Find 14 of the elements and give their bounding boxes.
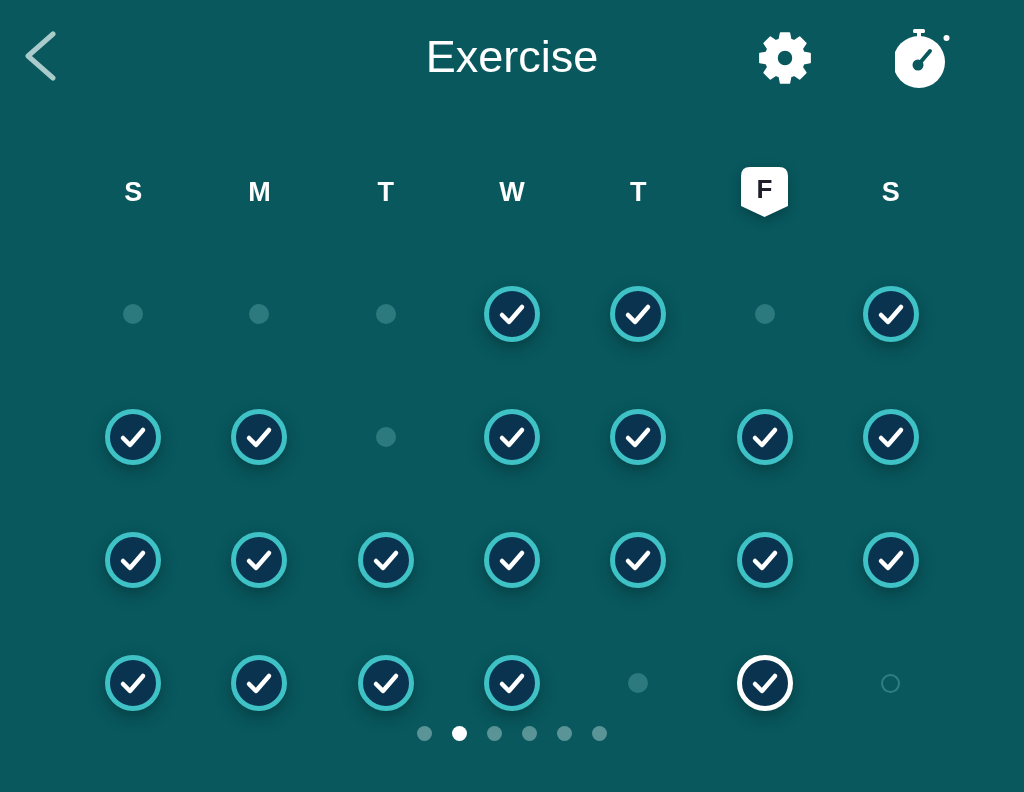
settings-icon bbox=[757, 30, 813, 86]
back-button[interactable] bbox=[23, 31, 57, 81]
day-label: S bbox=[881, 178, 900, 206]
today-day-badge: F bbox=[741, 167, 789, 217]
day-label: M bbox=[248, 178, 271, 206]
screen-title: Exercise bbox=[425, 34, 599, 82]
day-label: S bbox=[124, 178, 143, 206]
day-label: T bbox=[630, 178, 647, 206]
back-chevron-icon bbox=[23, 31, 57, 81]
stopwatch-icon bbox=[895, 29, 951, 89]
day-label: W bbox=[499, 178, 525, 206]
day-label: T bbox=[377, 178, 394, 206]
stopwatch-button[interactable] bbox=[895, 29, 951, 89]
settings-button[interactable] bbox=[757, 30, 813, 86]
